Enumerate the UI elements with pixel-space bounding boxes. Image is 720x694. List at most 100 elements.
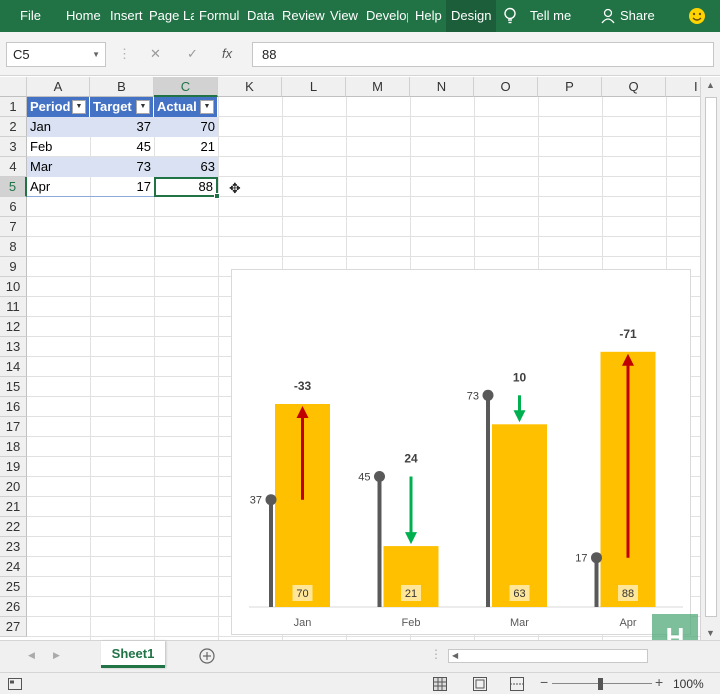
row-header-5[interactable]: 5	[0, 177, 27, 197]
row-header-8[interactable]: 8	[0, 237, 27, 257]
filter-dropdown-icon[interactable]: ▼	[72, 100, 86, 114]
page-layout-view-icon[interactable]	[473, 677, 487, 691]
row-header-2[interactable]: 2	[0, 117, 27, 137]
column-header-m[interactable]: M	[346, 77, 410, 97]
row-header-10[interactable]: 10	[0, 277, 27, 297]
filter-dropdown-icon[interactable]: ▼	[200, 100, 214, 114]
tab-home[interactable]: Home	[66, 0, 101, 32]
tab-design[interactable]: Design	[446, 0, 497, 32]
next-sheet-icon[interactable]: ▶	[53, 650, 60, 661]
row-header-14[interactable]: 14	[0, 357, 27, 377]
tab-page-layout[interactable]: Page La	[149, 0, 194, 32]
column-header-c[interactable]: C	[154, 77, 218, 97]
tab-formulas[interactable]: Formul	[199, 0, 239, 32]
split-handle-icon[interactable]: ⋮	[430, 647, 442, 661]
column-header-b[interactable]: B	[90, 77, 154, 97]
row-header-7[interactable]: 7	[0, 217, 27, 237]
table-cell[interactable]: 73	[90, 157, 154, 177]
row-header-20[interactable]: 20	[0, 477, 27, 497]
table-cell[interactable]: 17	[90, 177, 154, 197]
row-header-27[interactable]: 27	[0, 617, 27, 637]
table-cell[interactable]: Feb	[27, 137, 90, 157]
row-header-15[interactable]: 15	[0, 377, 27, 397]
tell-me-box[interactable]: Tell me	[530, 0, 571, 32]
row-header-18[interactable]: 18	[0, 437, 27, 457]
tab-help[interactable]: Help	[415, 0, 442, 32]
row-header-25[interactable]: 25	[0, 577, 27, 597]
tab-insert[interactable]: Insert	[110, 0, 143, 32]
fill-handle[interactable]	[214, 193, 220, 199]
scroll-up-icon[interactable]: ▲	[706, 80, 715, 90]
row-header-6[interactable]: 6	[0, 197, 27, 217]
row-header-17[interactable]: 17	[0, 417, 27, 437]
zoom-out-icon[interactable]: −	[540, 674, 548, 690]
vertical-scroll-thumb[interactable]	[705, 97, 717, 617]
row-header-12[interactable]: 12	[0, 317, 27, 337]
filter-dropdown-icon[interactable]: ▼	[136, 100, 150, 114]
row-header-4[interactable]: 4	[0, 157, 27, 177]
zoom-slider-thumb[interactable]	[598, 678, 603, 690]
scroll-left-icon[interactable]: ◀	[452, 651, 458, 660]
row-header-9[interactable]: 9	[0, 257, 27, 277]
column-header-o[interactable]: O	[474, 77, 538, 97]
column-header-p[interactable]: P	[538, 77, 602, 97]
share-button[interactable]: Share	[620, 0, 655, 32]
select-all-corner[interactable]	[0, 77, 27, 97]
worksheet-grid[interactable]: A B C K L M N O P Q I 1 2 3 4 5 6 7 8 9 10 11 12 13 1…	[0, 77, 700, 640]
column-header-q[interactable]: Q	[602, 77, 666, 97]
chart-area[interactable]: 70 37 -33 Jan 21 45 24 Feb 63 73 10 Mar 88 17 -71 Apr	[231, 269, 691, 635]
page-break-view-icon[interactable]	[510, 677, 524, 691]
add-sheet-icon[interactable]	[199, 648, 215, 664]
row-header-22[interactable]: 22	[0, 517, 27, 537]
table-cell[interactable]: 37	[90, 117, 154, 137]
table-header-target[interactable]: Target ▼	[90, 97, 154, 117]
cell-cursor-icon: ✥	[229, 180, 241, 196]
tab-view[interactable]: View	[330, 0, 358, 32]
formula-input[interactable]: 88	[252, 42, 714, 67]
column-header-a[interactable]: A	[27, 77, 90, 97]
row-header-23[interactable]: 23	[0, 537, 27, 557]
vertical-scrollbar[interactable]: ▲ ▼	[700, 77, 720, 640]
cancel-icon[interactable]: ✕	[150, 46, 161, 62]
row-header-19[interactable]: 19	[0, 457, 27, 477]
row-header-26[interactable]: 26	[0, 597, 27, 617]
column-header-i[interactable]: I	[666, 77, 700, 97]
tab-developer[interactable]: Develop	[366, 0, 408, 32]
prev-sheet-icon[interactable]: ◀	[28, 650, 35, 661]
table-header-actual[interactable]: Actual ▼	[154, 97, 218, 117]
table-cell[interactable]: 63	[154, 157, 218, 177]
row-header-1[interactable]: 1	[0, 97, 27, 117]
row-header-11[interactable]: 11	[0, 297, 27, 317]
normal-view-icon[interactable]	[433, 677, 447, 691]
row-header-16[interactable]: 16	[0, 397, 27, 417]
column-header-n[interactable]: N	[410, 77, 474, 97]
smiley-icon[interactable]	[688, 7, 706, 25]
tab-review[interactable]: Review	[282, 0, 325, 32]
macro-record-icon[interactable]	[8, 678, 22, 690]
check-icon[interactable]: ✓	[187, 46, 198, 62]
sheet-tab-sheet1[interactable]: Sheet1	[101, 641, 165, 668]
table-cell[interactable]: Mar	[27, 157, 90, 177]
row-header-3[interactable]: 3	[0, 137, 27, 157]
zoom-level[interactable]: 100%	[673, 677, 704, 691]
table-cell[interactable]: 45	[90, 137, 154, 157]
insert-function-button[interactable]: fx	[222, 46, 232, 61]
row-header-13[interactable]: 13	[0, 337, 27, 357]
column-header-l[interactable]: L	[282, 77, 346, 97]
table-cell[interactable]: 21	[154, 137, 218, 157]
category-label: Apr	[619, 617, 636, 629]
zoom-in-icon[interactable]: +	[655, 674, 663, 690]
table-header-period[interactable]: Period ▼	[27, 97, 90, 117]
scroll-down-icon[interactable]: ▼	[706, 628, 715, 638]
table-cell[interactable]: 70	[154, 117, 218, 137]
tab-file[interactable]: File	[20, 0, 41, 32]
horizontal-scrollbar[interactable]: ◀	[448, 649, 648, 663]
table-cell[interactable]: Jan	[27, 117, 90, 137]
target-marker	[482, 389, 494, 401]
row-header-21[interactable]: 21	[0, 497, 27, 517]
column-header-k[interactable]: K	[218, 77, 282, 97]
name-box[interactable]: C5 ▼	[6, 42, 106, 67]
tab-data[interactable]: Data	[247, 0, 274, 32]
table-cell[interactable]: Apr	[27, 177, 90, 197]
row-header-24[interactable]: 24	[0, 557, 27, 577]
